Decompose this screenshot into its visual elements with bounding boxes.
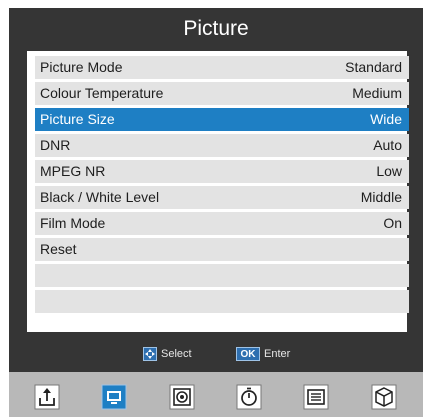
ok-icon: OK (236, 347, 260, 361)
timer-icon[interactable] (236, 384, 262, 410)
menu-item-picture-size[interactable]: Picture Size Wide (35, 108, 409, 131)
menu-item-value: Standard (345, 59, 402, 75)
category-tab-bar (9, 372, 423, 417)
menu-item-dnr[interactable]: DNR Auto (35, 134, 409, 157)
menu-item-film-mode[interactable]: Film Mode On (35, 212, 409, 235)
menu-item-label: DNR (40, 137, 71, 153)
menu-item-value: Low (376, 163, 402, 179)
menu-item-label: Black / White Level (40, 189, 160, 205)
menu-item-value: On (383, 215, 402, 231)
menu-item-empty (35, 290, 409, 313)
menu-item-reset[interactable]: Reset (35, 238, 409, 261)
menu-item-value: Wide (370, 111, 402, 127)
picture-icon[interactable] (101, 384, 127, 410)
lock-cube-icon[interactable] (371, 384, 397, 410)
menu-item-empty (35, 264, 409, 287)
menu-panel: Picture Mode Standard Colour Temperature… (27, 51, 409, 332)
enter-hint-label: Enter (264, 348, 291, 360)
menu-title: Picture (183, 17, 249, 40)
menu-item-label: Reset (40, 241, 77, 257)
menu-item-mpeg-nr[interactable]: MPEG NR Low (35, 160, 409, 183)
setup-icon[interactable] (303, 384, 329, 410)
menu-item-value: Auto (373, 137, 402, 153)
select-hint-label: Select (161, 348, 192, 360)
menu-item-label: MPEG NR (40, 163, 106, 179)
menu-item-label: Picture Mode (40, 59, 123, 75)
menu-item-label: Film Mode (40, 215, 106, 231)
navigation-hints: Select OK Enter (9, 332, 423, 372)
picture-menu-window: Picture Picture Mode Standard Colour Tem… (9, 8, 423, 417)
menu-item-label: Picture Size (40, 111, 115, 127)
menu-item-black-white-level[interactable]: Black / White Level Middle (35, 186, 409, 209)
source-icon[interactable] (34, 384, 60, 410)
menu-item-label: Colour Temperature (40, 85, 164, 101)
menu-item-value: Middle (360, 189, 402, 205)
menu-item-value: Medium (352, 85, 402, 101)
menu-item-picture-mode[interactable]: Picture Mode Standard (35, 56, 409, 79)
sound-icon[interactable] (169, 384, 195, 410)
dpad-icon (143, 347, 157, 361)
menu-item-colour-temperature[interactable]: Colour Temperature Medium (35, 82, 409, 105)
